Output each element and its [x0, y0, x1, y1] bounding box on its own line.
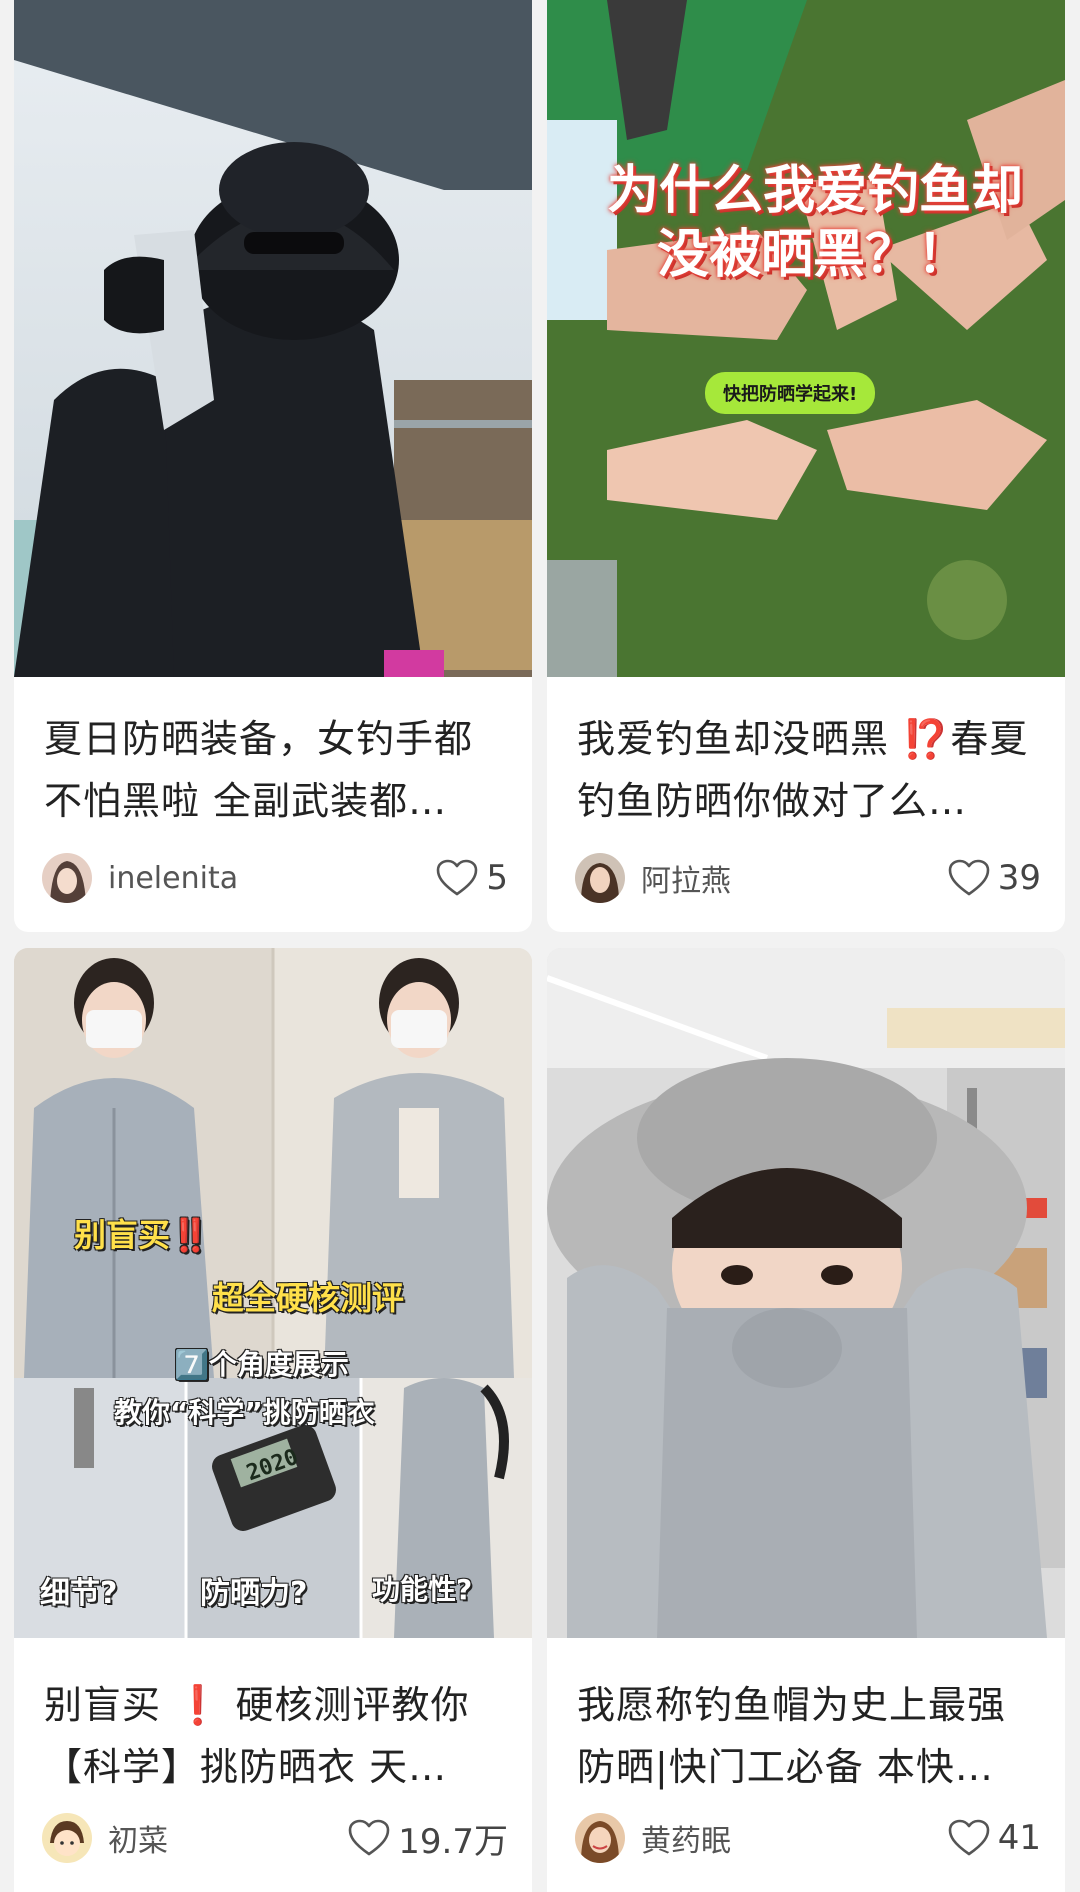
- note-cover-image[interactable]: [14, 0, 532, 677]
- cover-label-text: 防晒力?: [200, 1576, 308, 1611]
- like-button[interactable]: 41: [948, 1818, 1041, 1858]
- cover-tag-text: 7️⃣个角度展示: [174, 1348, 349, 1381]
- note-card[interactable]: 我愿称钓鱼帽为史上最强防晒|快门工必备 本快… 黄药眠 41: [547, 948, 1065, 1892]
- cover-headline-line-2: 没被晒黑？！: [657, 225, 970, 285]
- cover-tag: 教你“科学”挑防晒衣: [114, 1391, 375, 1431]
- author-avatar[interactable]: [42, 853, 92, 903]
- note-title[interactable]: 夏日防晒装备，女钓手都不怕黑啦 全副武装都…: [44, 708, 508, 832]
- cover-headline: 没被晒黑？！: [657, 212, 969, 287]
- note-meta: 初菜 19.7万: [42, 1810, 508, 1866]
- note-cover-image[interactable]: 别盲买‼️ 超全硬核测评 7️⃣个角度展示 教你“科学”挑防晒衣 细节? 防晒力…: [14, 948, 532, 1638]
- note-meta: 阿拉燕 39: [575, 850, 1041, 906]
- author-avatar[interactable]: [42, 1813, 92, 1863]
- note-cover-image[interactable]: 为什么我爱钓鱼却 没被晒黑？！ 快把防晒学起来!: [547, 0, 1065, 677]
- like-button[interactable]: 5: [436, 858, 508, 898]
- cover-tag: 7️⃣个角度展示: [174, 1343, 349, 1383]
- cover-tag: 别盲买‼️: [74, 1210, 210, 1256]
- cover-tag-text: 教你“科学”挑防晒衣: [114, 1396, 375, 1429]
- heart-outline-icon: [948, 859, 990, 896]
- cover-tag-text: 别盲买‼️: [74, 1216, 210, 1254]
- author-avatar[interactable]: [575, 853, 625, 903]
- author-name[interactable]: 初菜: [108, 1816, 348, 1860]
- heart-outline-icon: [948, 1819, 990, 1856]
- like-count: 19.7万: [398, 1821, 508, 1862]
- note-title[interactable]: 我爱钓鱼却没晒黑 ⁉️春夏钓鱼防晒你做对了么…: [577, 708, 1041, 832]
- note-cover-image[interactable]: [547, 948, 1065, 1638]
- note-card[interactable]: 为什么我爱钓鱼却 没被晒黑？！ 快把防晒学起来! 我爱钓鱼却没晒黑 ⁉️春夏钓鱼…: [547, 0, 1065, 932]
- like-count: 41: [997, 1818, 1041, 1858]
- cover-bubble: 快把防晒学起来!: [705, 372, 876, 414]
- cover-label: 细节?: [40, 1568, 117, 1612]
- cover-bubble-text: 快把防晒学起来!: [723, 384, 858, 405]
- cover-tag-text: 超全硬核测评: [212, 1279, 405, 1317]
- cover-label-text: 功能性?: [372, 1573, 473, 1606]
- note-feed: 夏日防晒装备，女钓手都不怕黑啦 全副武装都… inelenita 5 为什么我爱…: [0, 0, 1080, 1892]
- author-name[interactable]: inelenita: [108, 861, 436, 896]
- cover-label: 防晒力?: [200, 1568, 307, 1612]
- like-button[interactable]: 19.7万: [348, 1814, 508, 1863]
- author-avatar[interactable]: [575, 1813, 625, 1863]
- note-title[interactable]: 别盲买 ❗ 硬核测评教你【科学】挑防晒衣 天…: [44, 1674, 508, 1798]
- cover-label-text: 细节?: [40, 1576, 118, 1611]
- note-title[interactable]: 我愿称钓鱼帽为史上最强防晒|快门工必备 本快…: [577, 1674, 1041, 1798]
- author-name[interactable]: 黄药眠: [641, 1816, 948, 1860]
- note-card[interactable]: 夏日防晒装备，女钓手都不怕黑啦 全副武装都… inelenita 5: [14, 0, 532, 932]
- cover-tag: 超全硬核测评: [212, 1273, 404, 1319]
- like-button[interactable]: 39: [948, 858, 1041, 898]
- like-count: 39: [997, 858, 1041, 898]
- cover-label: 功能性?: [372, 1568, 472, 1608]
- note-meta: 黄药眠 41: [575, 1810, 1041, 1866]
- heart-outline-icon: [437, 859, 478, 896]
- like-count: 5: [486, 858, 508, 898]
- author-name[interactable]: 阿拉燕: [641, 856, 948, 900]
- note-meta: inelenita 5: [42, 850, 508, 906]
- heart-outline-icon: [348, 1819, 390, 1856]
- note-card[interactable]: 别盲买‼️ 超全硬核测评 7️⃣个角度展示 教你“科学”挑防晒衣 细节? 防晒力…: [14, 948, 532, 1892]
